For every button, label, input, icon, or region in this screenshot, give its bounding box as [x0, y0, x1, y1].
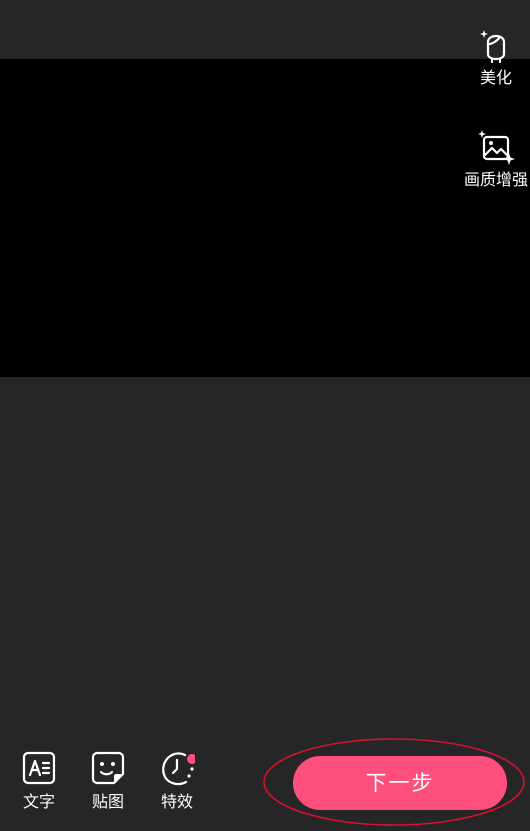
beauty-label: 美化 — [479, 68, 512, 87]
quality-enhance-label: 画质增强 — [463, 170, 528, 189]
beauty-tool[interactable]: 美化 — [462, 26, 530, 88]
video-preview[interactable] — [0, 59, 530, 377]
text-icon — [21, 750, 57, 786]
effect-tool[interactable]: 特效 — [147, 750, 207, 812]
face-sparkle-icon — [476, 26, 516, 66]
editor-screen: 美化 画质增强 文字 贴图 特效 下一步 — [0, 0, 530, 831]
sticker-tool-label: 贴图 — [91, 792, 124, 811]
image-enhance-icon — [476, 128, 516, 168]
effect-tool-label: 特效 — [160, 792, 193, 811]
text-tool-label: 文字 — [22, 792, 55, 811]
next-step-button[interactable]: 下一步 — [293, 756, 507, 810]
text-tool[interactable]: 文字 — [9, 750, 69, 812]
effect-clock-icon — [159, 750, 197, 786]
quality-enhance-tool[interactable]: 画质增强 — [460, 128, 530, 190]
sticker-tool[interactable]: 贴图 — [78, 750, 138, 812]
notification-dot — [187, 754, 197, 764]
sticker-icon — [90, 750, 126, 786]
